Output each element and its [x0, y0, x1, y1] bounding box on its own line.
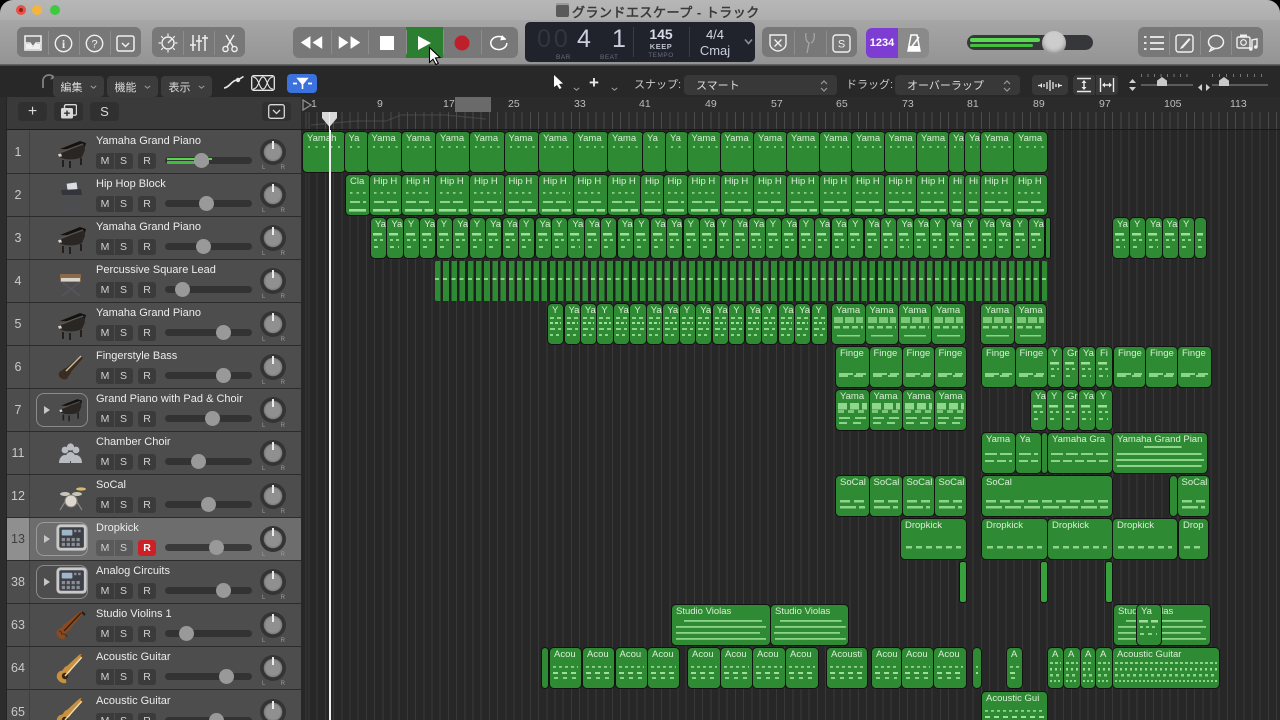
- svg-text:?: ?: [91, 38, 97, 50]
- svg-text:S: S: [838, 38, 845, 50]
- svg-text:i: i: [62, 37, 66, 51]
